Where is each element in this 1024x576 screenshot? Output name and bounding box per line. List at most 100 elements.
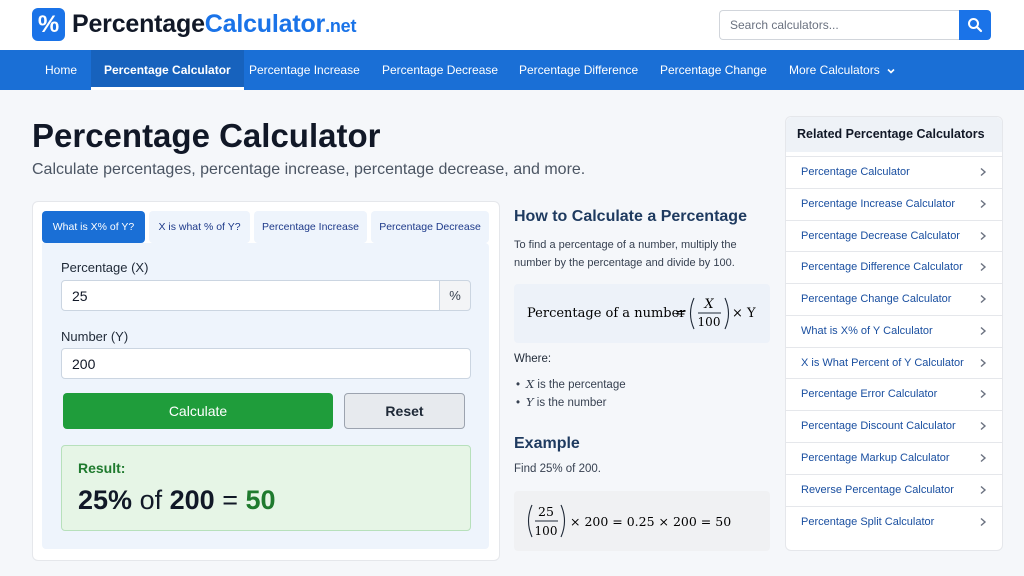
result-number: 200 [169,485,215,515]
percentage-x-input[interactable] [61,280,440,311]
related-item-label: Percentage Error Calculator [801,388,938,400]
number-y-input[interactable] [61,348,471,379]
formula-paren-right [724,297,730,330]
chevron-right-icon [980,389,987,399]
nav-more-label: More Calculators [789,63,880,77]
logo-icon[interactable]: % [32,8,65,41]
chevron-right-icon [980,326,987,336]
result-equals: = [222,485,238,515]
nav-home[interactable]: Home [45,50,77,90]
related-item-reverse-percentage[interactable]: Reverse Percentage Calculator [786,474,1002,506]
calculate-button[interactable]: Calculate [63,393,333,429]
related-item-percentage-decrease[interactable]: Percentage Decrease Calculator [786,220,1002,252]
chevron-right-icon [980,453,987,463]
bullet-y-text: is the number [536,397,607,409]
chevron-right-icon [980,294,987,304]
related-item-label: Percentage Calculator [801,166,910,178]
related-item-percentage-difference[interactable]: Percentage Difference Calculator [786,251,1002,283]
example-text: Find 25% of 200. [514,463,601,475]
related-item-label: Percentage Change Calculator [801,293,952,305]
example-numerator: 25 [538,504,554,519]
nav-percentage-increase[interactable]: Percentage Increase [249,50,360,90]
related-item-percentage-increase[interactable]: Percentage Increase Calculator [786,188,1002,220]
related-item-label: Percentage Decrease Calculator [801,230,960,242]
site-header: % PercentageCalculator.net [0,0,1024,50]
related-item-percentage-error[interactable]: Percentage Error Calculator [786,378,1002,410]
result-equation: 25% of 200 = 50 [78,483,276,517]
bullet-y: • Y is the number [516,395,607,409]
site-logo[interactable]: PercentageCalculator.net [72,8,356,42]
percentage-x-label: Percentage (X) [61,260,149,275]
nav-more-calculators[interactable]: More Calculators [789,50,896,90]
tab-percentage-increase[interactable]: Percentage Increase [254,211,367,243]
tab-x-is-what-percent[interactable]: X is what % of Y? [149,211,250,243]
result-value: 50 [245,485,276,515]
tab-percentage-decrease[interactable]: Percentage Decrease [371,211,489,243]
number-y-label: Number (Y) [61,329,129,344]
page-subtitle: Calculate percentages, percentage increa… [32,161,586,178]
logo-text-main: Percentage [72,10,205,38]
example-denominator: 100 [535,524,558,538]
example-rest: × 200 = 0.25 × 200 = 50 [570,514,731,529]
chevron-right-icon [980,421,987,431]
formula-box: Percentage of a number = X 100 × Y [514,284,770,343]
bullet-y-var: Y [526,395,534,409]
related-item-percentage-calculator[interactable]: Percentage Calculator [786,156,1002,188]
related-title: Related Percentage Calculators [797,127,985,141]
formula-numerator: X [703,297,714,312]
related-item-label: What is X% of Y Calculator [801,325,933,337]
search-icon [968,18,983,33]
related-item-label: Percentage Increase Calculator [801,198,956,210]
related-item-label: Percentage Markup Calculator [801,452,950,464]
example-box: 25 100 × 200 = 0.25 × 200 = 50 [514,491,770,551]
related-item-x-is-what-percent[interactable]: X is What Percent of Y Calculator [786,347,1002,379]
nav-percentage-change[interactable]: Percentage Change [660,50,767,90]
related-item-label: X is What Percent of Y Calculator [801,357,964,369]
example-paren-right [560,504,566,538]
nav-percentage-decrease[interactable]: Percentage Decrease [382,50,498,90]
logo-text-tld: .net [325,16,357,36]
chevron-right-icon [980,262,987,272]
related-item-label: Reverse Percentage Calculator [801,484,954,496]
search-button[interactable] [959,10,991,40]
howto-text: To find a percentage of a number, multip… [514,239,737,269]
where-label: Where: [514,353,552,365]
percent-unit: % [439,280,471,311]
formula-equals: = [675,306,686,321]
chevron-right-icon [980,517,987,527]
chevron-right-icon [980,199,987,209]
howto-title: How to Calculate a Percentage [514,208,747,225]
example-paren-left [527,504,533,538]
reset-button[interactable]: Reset [344,393,465,429]
related-item-percentage-discount[interactable]: Percentage Discount Calculator [786,410,1002,442]
related-item-percentage-change[interactable]: Percentage Change Calculator [786,283,1002,315]
formula-paren-left [689,297,695,330]
related-item-label: Percentage Difference Calculator [801,261,963,273]
tab-x-percent-of-y[interactable]: What is X% of Y? [42,211,145,243]
formula-times-y: × Y [732,306,756,321]
formula-denominator: 100 [698,315,721,329]
related-item-percentage-markup[interactable]: Percentage Markup Calculator [786,442,1002,474]
example-title: Example [514,435,580,452]
related-item-label: Percentage Split Calculator [801,516,935,528]
nav-percentage-difference[interactable]: Percentage Difference [519,50,638,90]
search-input[interactable] [719,10,959,40]
chevron-right-icon [980,485,987,495]
bullet-x-text: is the percentage [537,379,626,391]
chevron-right-icon [980,231,987,241]
logo-text-blue: Calculator [204,10,326,38]
nav-percentage-calculator[interactable]: Percentage Calculator [91,50,244,90]
bullet-x-var: X [526,377,535,391]
bullet-x: • X is the percentage [516,377,626,391]
result-of: of [139,485,163,515]
formula-lhs: Percentage of a number [527,306,686,321]
related-item-label: Percentage Discount Calculator [801,420,956,432]
chevron-right-icon [980,358,987,368]
example-graphic: 25 100 × 200 = 0.25 × 200 = 50 [527,504,731,538]
result-percent: 25% [78,485,133,515]
related-item-percentage-split[interactable]: Percentage Split Calculator [786,506,1002,538]
page-title: Percentage Calculator [32,117,381,154]
related-item-what-is-x-percent[interactable]: What is X% of Y Calculator [786,315,1002,347]
formula-graphic: Percentage of a number = X 100 × Y [527,297,756,330]
result-label: Result: [78,460,126,476]
